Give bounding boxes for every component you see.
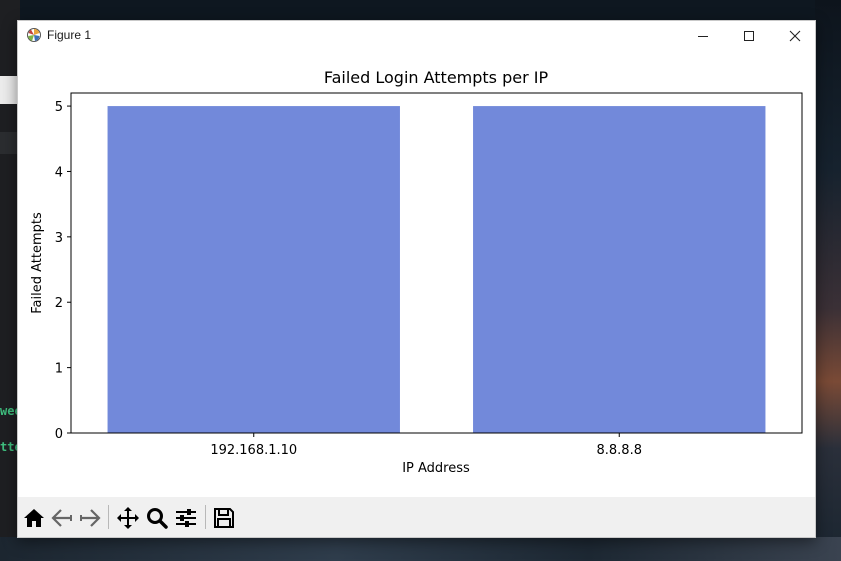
- forward-button[interactable]: [77, 505, 103, 531]
- desktop-background-bottom: [0, 537, 841, 561]
- pan-button[interactable]: [115, 505, 141, 531]
- home-icon: [24, 509, 44, 527]
- chart-title: Failed Login Attempts per IP: [324, 68, 549, 87]
- bars-group: [107, 106, 766, 434]
- matplotlib-app-icon: [26, 27, 42, 43]
- y-tick-label: 0: [55, 427, 63, 442]
- figure-canvas[interactable]: Failed Login Attempts per IP 0 1 2 3 4 5 192.…: [18, 50, 815, 497]
- bar: [473, 106, 766, 434]
- y-tick-label: 2: [55, 296, 63, 311]
- y-tick-label: 3: [55, 231, 63, 246]
- home-button[interactable]: [21, 505, 47, 531]
- x-axis-label: IP Address: [402, 461, 470, 476]
- maximize-icon: [744, 30, 754, 41]
- y-tick-label: 1: [55, 362, 63, 377]
- close-icon: [789, 30, 801, 41]
- x-tick-label: 8.8.8.8: [597, 443, 642, 458]
- y-tick-label: 5: [55, 100, 63, 115]
- zoom-icon: [147, 508, 168, 529]
- desktop-background-right: [815, 0, 841, 561]
- toolbar-separator: [205, 505, 206, 529]
- back-button[interactable]: [49, 505, 75, 531]
- title-bar[interactable]: Figure 1: [18, 21, 815, 50]
- toolbar-separator: [108, 505, 109, 529]
- x-tick-label: 192.168.1.10: [210, 443, 297, 458]
- configure-subplots-button[interactable]: [173, 505, 199, 531]
- save-button[interactable]: [211, 505, 237, 531]
- pan-icon: [117, 507, 139, 529]
- save-icon: [214, 508, 234, 528]
- bar-chart: Failed Login Attempts per IP 0 1 2 3 4 5 192.…: [30, 68, 803, 476]
- minimize-button[interactable]: [680, 21, 726, 50]
- y-axis-ticks: 0 1 2 3 4 5: [55, 100, 71, 442]
- zoom-button[interactable]: [144, 505, 170, 531]
- y-axis-label: Failed Attempts: [30, 212, 45, 314]
- window-title: Figure 1: [47, 28, 92, 42]
- navigation-toolbar: [18, 497, 815, 537]
- bar: [107, 106, 400, 434]
- y-tick-label: 4: [55, 165, 63, 180]
- back-arrow-icon: [51, 509, 72, 527]
- close-button[interactable]: [772, 21, 818, 50]
- maximize-button[interactable]: [726, 21, 772, 50]
- forward-arrow-icon: [80, 509, 101, 527]
- minimize-icon: [698, 35, 708, 37]
- figure-window[interactable]: Figure 1 Failed Login Attempts per IP 0 1…: [17, 20, 816, 538]
- x-axis-ticks: 192.168.1.10 8.8.8.8: [210, 433, 642, 458]
- configure-subplots-icon: [176, 509, 196, 527]
